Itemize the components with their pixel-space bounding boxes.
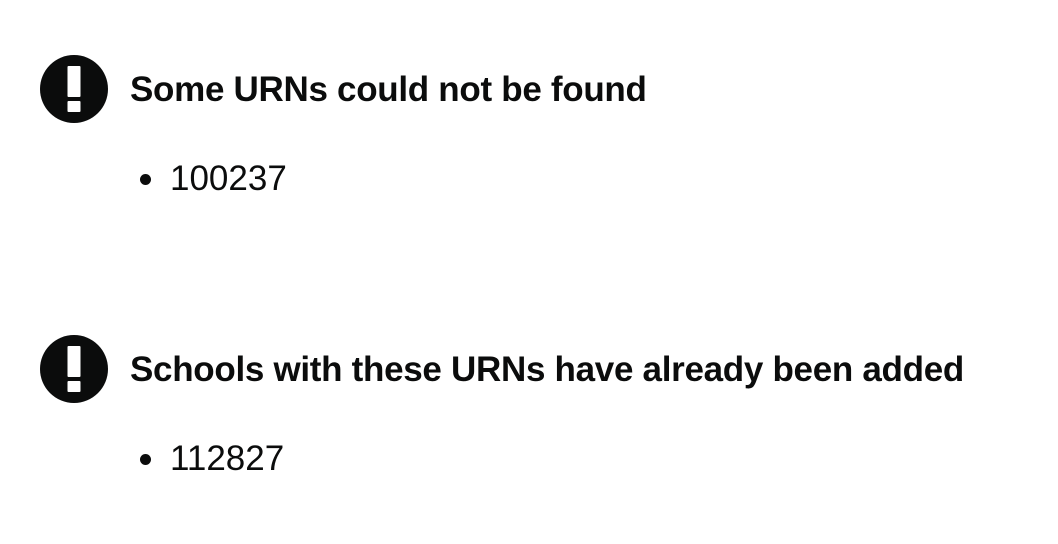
list-item: 100237 [140,159,287,199]
list-item: 112827 [140,439,284,479]
bullet-icon [140,173,151,185]
urn-value: 112827 [170,439,285,478]
notice-header: Some URNs could not be found [40,55,1040,123]
urns-already-added-notice: Schools with these URNs have already bee… [40,335,1040,478]
urn-list: 112827 [140,439,284,479]
notice-header: Schools with these URNs have already bee… [40,335,1040,403]
bullet-icon [140,453,151,465]
warning-exclamation-icon [40,55,108,123]
urns-not-found-notice: Some URNs could not be found 100237 [40,55,1040,198]
warning-exclamation-icon [40,335,108,403]
urn-list: 100237 [140,159,287,199]
notice-title: Schools with these URNs have already bee… [130,349,964,389]
urn-value: 100237 [170,159,287,198]
notice-title: Some URNs could not be found [130,69,647,109]
